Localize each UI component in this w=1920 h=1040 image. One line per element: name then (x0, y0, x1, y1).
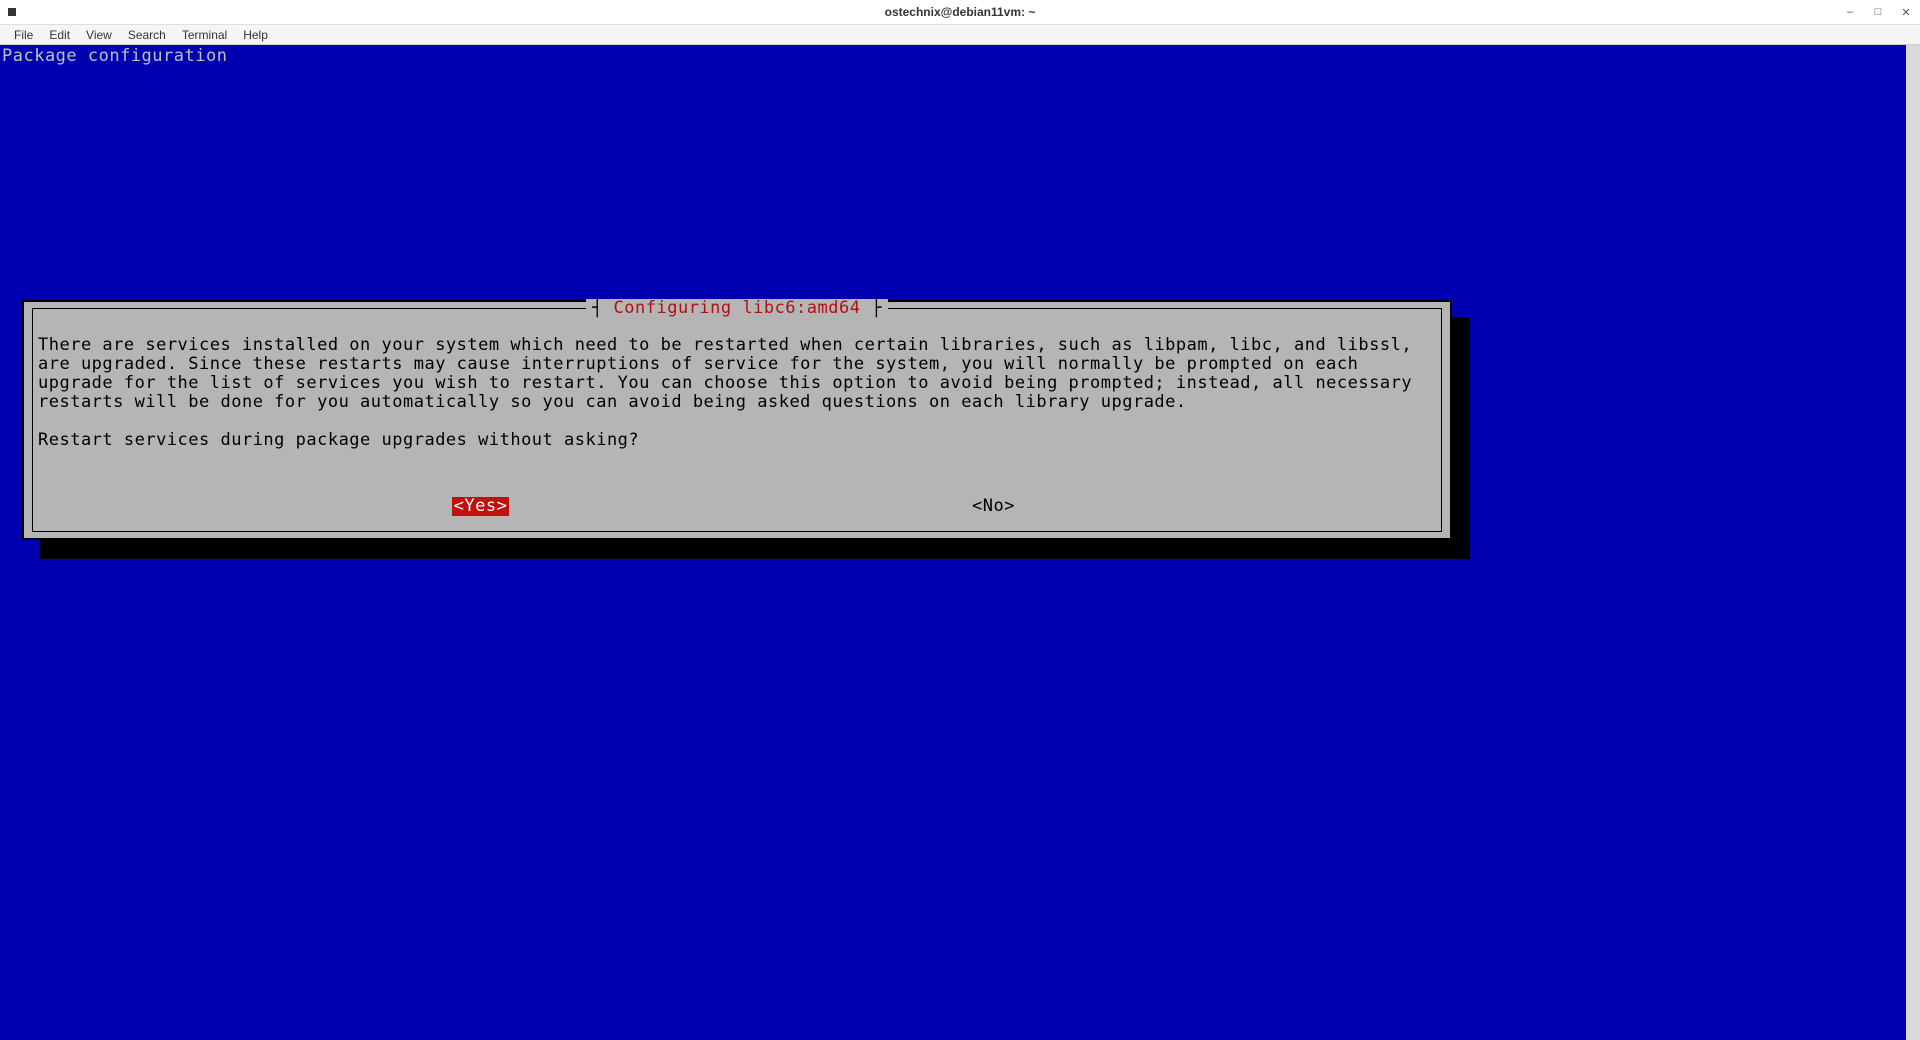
dialog-title: Configuring libc6:amd64 (586, 299, 888, 318)
menubar: File Edit View Search Terminal Help (0, 25, 1920, 45)
dialog-box: Configuring libc6:amd64 There are servic… (22, 300, 1452, 540)
menu-edit[interactable]: Edit (41, 26, 78, 44)
scrollbar[interactable] (1906, 45, 1920, 1040)
dialog-buttons: <Yes> <No> (24, 497, 1450, 516)
no-button[interactable]: <No> (970, 497, 1017, 516)
window-controls: – □ ✕ (1844, 6, 1912, 18)
terminal-header-text: Package configuration (2, 47, 227, 66)
window-titlebar: ostechnix@debian11vm: ~ – □ ✕ (0, 0, 1920, 25)
close-button[interactable]: ✕ (1900, 6, 1912, 18)
window-icon (8, 8, 16, 16)
dialog-body-text: There are services installed on your sys… (38, 336, 1436, 412)
dialog-content: There are services installed on your sys… (38, 336, 1436, 469)
menu-help[interactable]: Help (235, 26, 276, 44)
yes-button[interactable]: <Yes> (452, 497, 510, 516)
window-title: ostechnix@debian11vm: ~ (885, 5, 1036, 19)
menu-view[interactable]: View (78, 26, 120, 44)
terminal-area[interactable]: Package configuration Configuring libc6:… (0, 45, 1920, 1040)
dialog-question-text: Restart services during package upgrades… (38, 431, 1436, 450)
menu-file[interactable]: File (6, 26, 41, 44)
maximize-button[interactable]: □ (1872, 6, 1884, 18)
minimize-button[interactable]: – (1844, 6, 1856, 18)
menu-search[interactable]: Search (120, 26, 174, 44)
menu-terminal[interactable]: Terminal (174, 26, 235, 44)
